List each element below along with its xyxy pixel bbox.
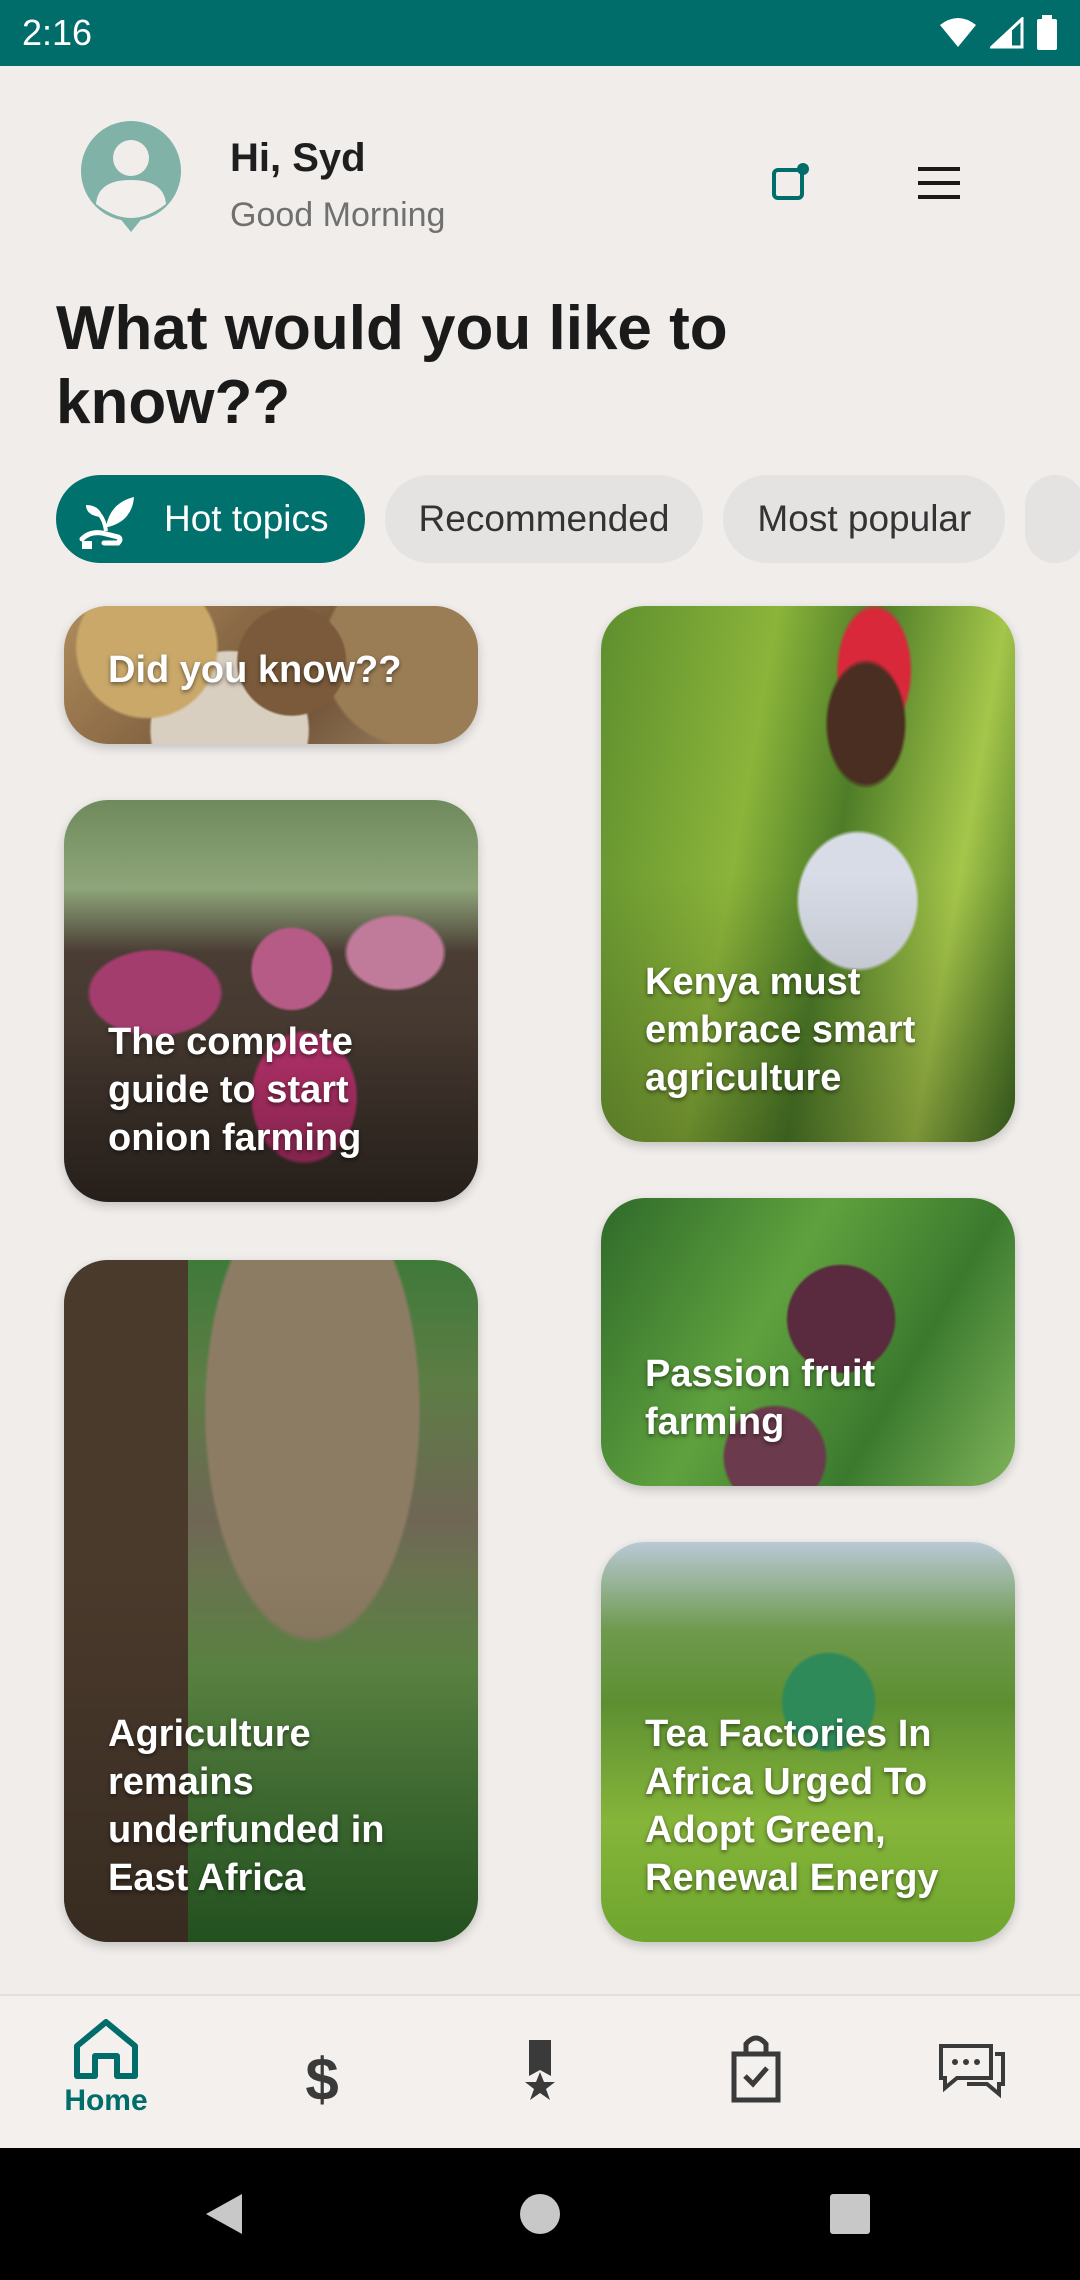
battery-icon [1037,15,1057,50]
chip-more[interactable] [1025,475,1080,563]
status-icons [938,15,1058,51]
card-title: Did you know?? [108,649,402,691]
medal-icon [525,2040,555,2100]
nav-shop[interactable] [656,1996,856,2150]
avatar-icon[interactable] [78,118,184,232]
card-title: The complete guide to start onion farmin… [108,1021,362,1159]
nav-home-label: Home [64,2084,148,2117]
svg-text:$: $ [305,2046,338,2113]
card-title: Tea Factories In Africa Urged To Adopt G… [645,1713,939,1899]
topic-chips: Hot topics Recommended Most popular [56,475,1080,563]
status-time: 2:16 [22,12,93,53]
page-title: What would you like to know?? [56,294,728,437]
chip-hot-topics[interactable]: Hot topics [56,475,365,563]
status-bar: 2:16 [0,0,1080,66]
nav-home[interactable]: Home [6,1996,206,2150]
chat-icon [939,2044,1005,2099]
chip-label: Recommended [418,498,670,539]
signal-icon [990,17,1024,49]
header: Hi, Syd Good Morning [0,66,1080,266]
card-agriculture-underfunded[interactable]: Agriculture remains underfunded in East … [64,1260,478,1942]
card-onion[interactable]: The complete guide to start onion farmin… [64,800,478,1202]
chip-most-popular[interactable]: Most popular [723,475,1006,563]
recents-icon[interactable] [828,2192,872,2236]
system-nav-bar [0,2148,1080,2280]
menu-icon[interactable] [918,166,960,200]
card-passion-fruit[interactable]: Passion fruit farming [601,1198,1015,1486]
chip-label: Hot topics [164,498,329,539]
dollar-icon: $ [305,2046,338,2113]
back-icon[interactable] [202,2192,246,2236]
greeting-subtitle: Good Morning [230,196,446,234]
nav-money[interactable]: $ [222,1996,422,2150]
plant-hand-icon [79,497,134,549]
chip-recommended[interactable]: Recommended [384,475,704,563]
card-title: Passion fruit farming [645,1353,876,1443]
bottom-nav: Home $ [0,1994,1080,2148]
home-icon [74,2019,138,2079]
wifi-icon [940,18,976,47]
greeting-text: Hi, Syd [230,136,366,180]
shopping-bag-icon [731,2035,781,2103]
chip-label: Most popular [757,498,972,539]
notification-icon[interactable] [770,162,810,202]
card-title: Kenya must embrace smart agriculture [645,961,916,1099]
card-kenya-smart-agriculture[interactable]: Kenya must embrace smart agriculture [601,606,1015,1142]
card-tea-factories[interactable]: Tea Factories In Africa Urged To Adopt G… [601,1542,1015,1942]
nav-rewards[interactable] [440,1996,640,2150]
card-title: Agriculture remains underfunded in East … [108,1713,385,1899]
card-did-you-know[interactable]: Did you know?? [64,606,478,744]
nav-chat[interactable] [872,1996,1072,2150]
home-circle-icon[interactable] [518,2192,562,2236]
